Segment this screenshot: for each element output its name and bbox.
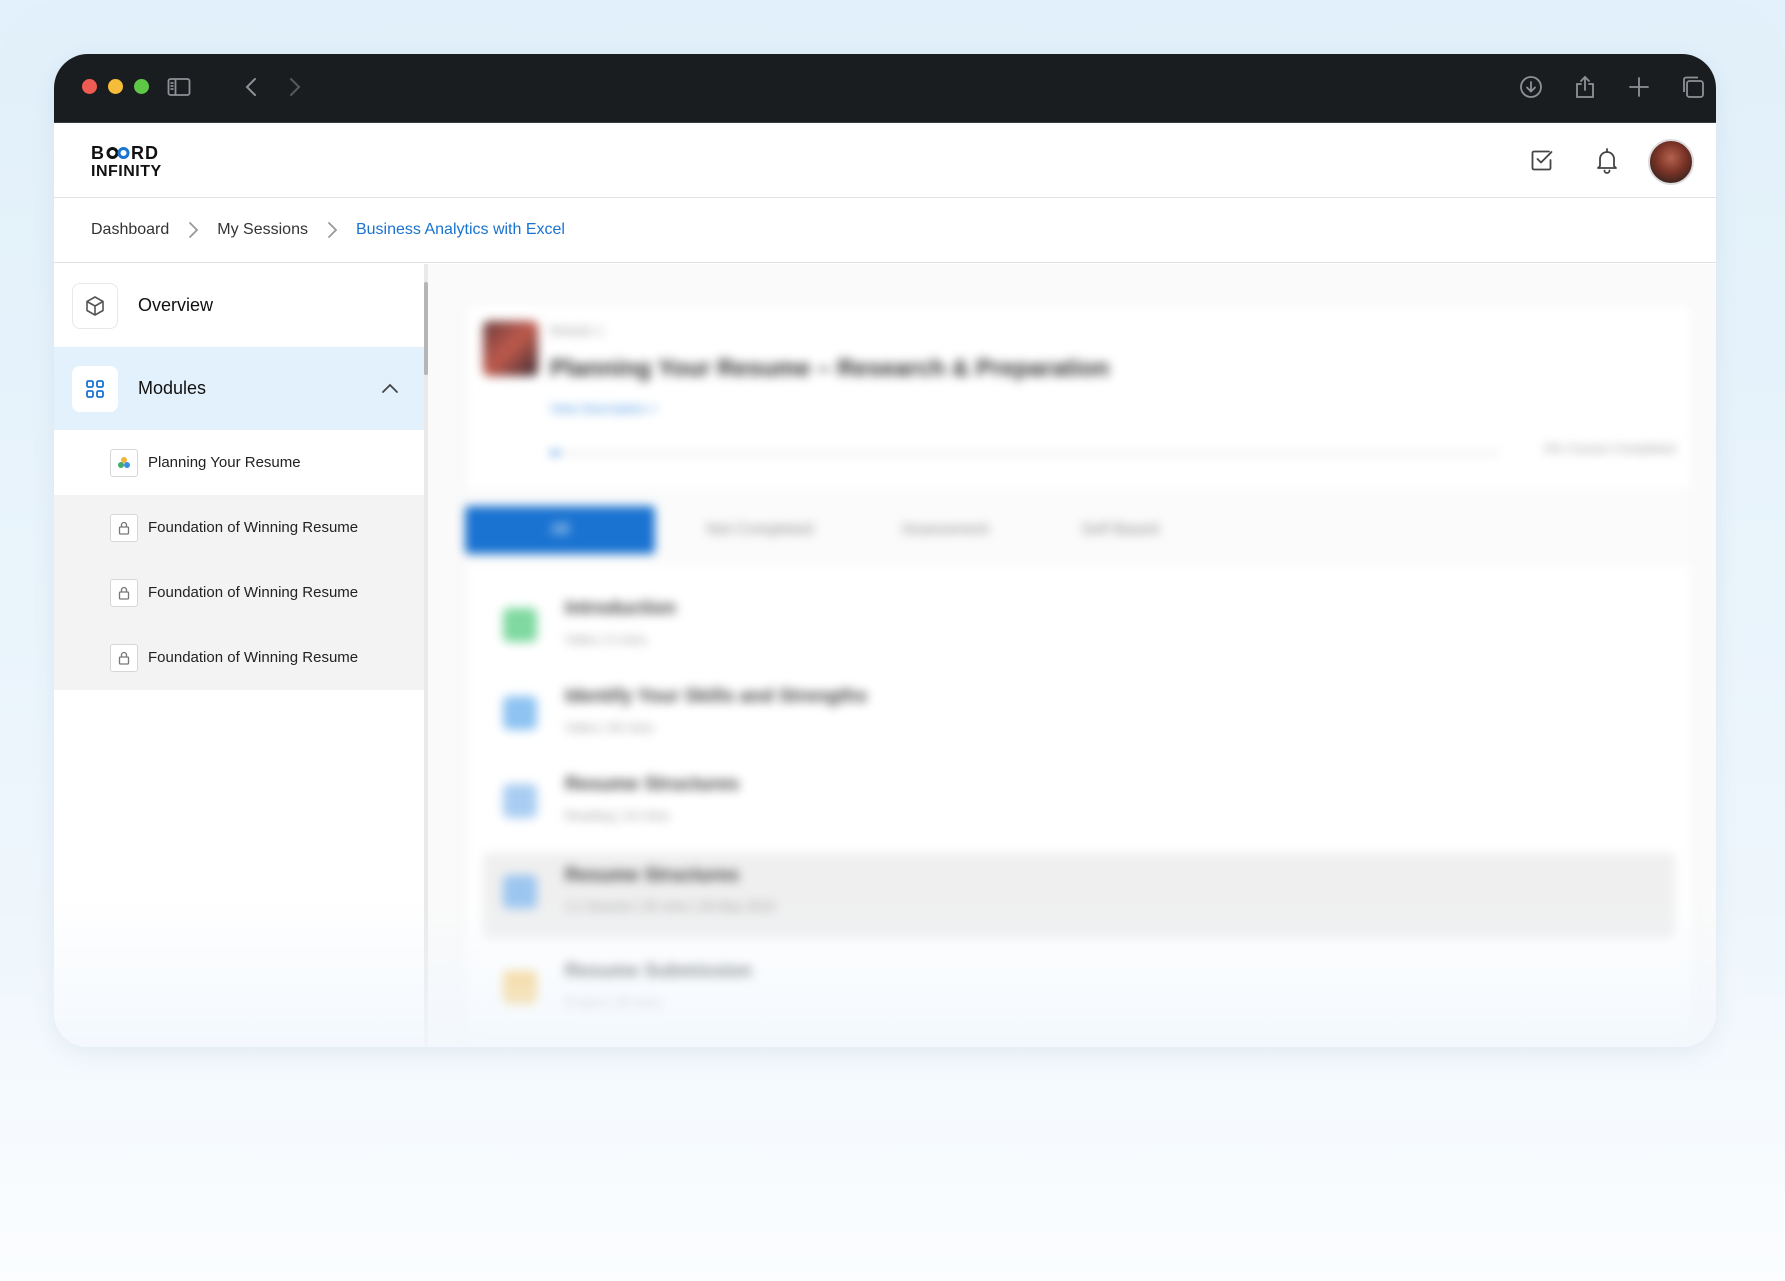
lesson-meta: Reading | 10 mins <box>565 808 670 823</box>
course-progress-fill <box>550 451 560 455</box>
breadcrumb-my-sessions[interactable]: My Sessions <box>217 221 308 239</box>
module-tag: Module 1 <box>550 323 604 338</box>
person-icon <box>503 875 537 909</box>
user-avatar[interactable] <box>1648 139 1694 185</box>
module-thumbnail <box>483 321 538 376</box>
tasks-icon[interactable] <box>1527 145 1557 175</box>
browser-window: B RD INFINITY Dashboard My Sessions Busi… <box>54 54 1716 1047</box>
tabs-icon[interactable] <box>1680 74 1706 100</box>
chevron-right-icon <box>320 218 344 242</box>
module-item-label: Planning Your Resume <box>148 454 301 471</box>
download-icon[interactable] <box>1518 74 1544 100</box>
view-description-link[interactable]: View Description > <box>550 401 658 416</box>
sidebar-item-overview[interactable]: Overview <box>54 264 424 347</box>
lesson-title: Resume Structures <box>565 865 740 886</box>
play-icon <box>503 608 537 642</box>
tab-assessment[interactable]: Assessment <box>855 506 1035 554</box>
lesson-tabs: All Not Completed Assessment Self Based <box>465 491 1693 563</box>
lesson-item[interactable]: Resume Structures Reading | 10 mins <box>483 762 1675 840</box>
lesson-meta: 1:1 Session | 30 mins | 28 May 2023 <box>565 899 775 914</box>
sidebar-item-modules[interactable]: Modules <box>54 347 424 430</box>
lesson-meta: Video | 5 mins <box>565 632 647 647</box>
breadcrumb-dashboard[interactable]: Dashboard <box>91 221 169 239</box>
lesson-item[interactable]: Resume Submission Project | 30 mins <box>483 949 1675 1027</box>
lock-icon <box>110 578 138 607</box>
sidebar-toggle-icon[interactable] <box>166 74 192 100</box>
chevron-up-icon[interactable] <box>378 377 402 401</box>
breadcrumb-current-course[interactable]: Business Analytics with Excel <box>356 221 565 239</box>
sidebar-item-label: Modules <box>138 378 207 398</box>
cube-icon <box>72 282 118 329</box>
project-icon <box>503 971 537 1005</box>
lesson-title: Identify Your Skills and Strengths <box>565 686 868 707</box>
minimize-window-button[interactable] <box>108 79 123 94</box>
lock-icon <box>110 513 138 542</box>
lesson-item[interactable]: Resume Structures 1:1 Session | 30 mins … <box>483 853 1675 939</box>
main-content: Module 1 Planning Your Resume – Research… <box>428 264 1716 1047</box>
tab-not-completed[interactable]: Not Completed <box>665 506 855 554</box>
back-icon[interactable] <box>239 74 265 100</box>
share-icon[interactable] <box>1572 74 1598 100</box>
lesson-item[interactable]: Introduction Video | 5 mins <box>483 586 1675 664</box>
module-item[interactable]: Foundation of Winning Resume <box>54 560 424 625</box>
document-icon <box>503 784 537 818</box>
lesson-title: Introduction <box>565 598 676 619</box>
logo-text-left: B <box>91 143 105 163</box>
forward-icon[interactable] <box>281 74 307 100</box>
board-infinity-logo[interactable]: B RD INFINITY <box>91 144 162 180</box>
module-item[interactable]: Foundation of Winning Resume <box>54 495 424 560</box>
video-icon <box>503 696 537 730</box>
lesson-meta: Project | 30 mins <box>565 995 662 1010</box>
lesson-title: Resume Submission <box>565 961 752 982</box>
module-item-label: Foundation of Winning Resume <box>148 649 359 666</box>
module-item[interactable]: Planning Your Resume <box>54 430 424 495</box>
lock-icon <box>110 643 138 672</box>
course-progress-bar <box>550 451 1500 455</box>
module-item[interactable]: Foundation of Winning Resume <box>54 625 424 690</box>
maximize-window-button[interactable] <box>134 79 149 94</box>
infinity-icon <box>106 146 130 160</box>
module-item-label: Foundation of Winning Resume <box>148 584 359 601</box>
progress-text: 0% Course Completed <box>1544 441 1675 456</box>
sidebar-item-label: Overview <box>138 295 214 315</box>
grid-icon <box>72 365 118 412</box>
tab-all[interactable]: All <box>465 506 655 554</box>
app-header: B RD INFINITY <box>54 123 1716 198</box>
lesson-meta: Video | 30 mins <box>565 720 655 735</box>
lesson-item[interactable]: Identify Your Skills and Strengths Video… <box>483 674 1675 752</box>
chevron-right-icon <box>181 218 205 242</box>
lesson-title: Resume Structures <box>565 774 740 795</box>
close-window-button[interactable] <box>82 79 97 94</box>
tab-self-based[interactable]: Self Based <box>1035 506 1205 554</box>
module-detail-card: Module 1 Planning Your Resume – Research… <box>464 302 1694 1042</box>
module-puzzle-icon <box>110 448 138 477</box>
logo-text-right: RD <box>131 143 159 163</box>
browser-toolbar <box>54 54 1716 123</box>
module-item-label: Foundation of Winning Resume <box>148 519 359 536</box>
new-tab-icon[interactable] <box>1626 74 1652 100</box>
sidebar: Overview Modules Planning Your Resume Fo… <box>54 264 424 1047</box>
bell-icon[interactable] <box>1592 145 1622 175</box>
breadcrumb: Dashboard My Sessions Business Analytics… <box>54 198 1716 263</box>
logo-text-line2: INFINITY <box>91 163 162 180</box>
module-title: Planning Your Resume – Research & Prepar… <box>550 355 1110 382</box>
